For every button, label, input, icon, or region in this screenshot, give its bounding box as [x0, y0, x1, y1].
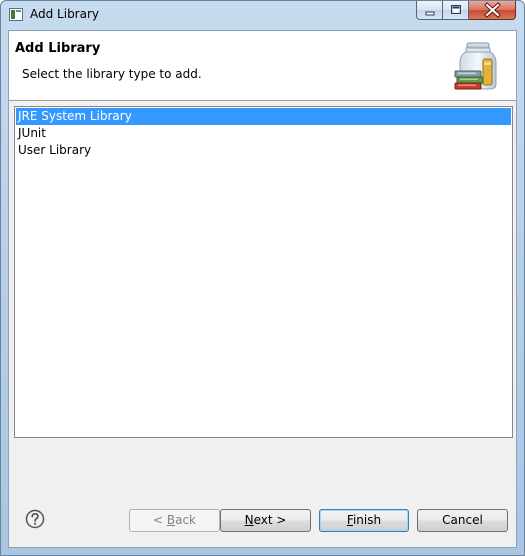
dialog-client-area: Add Library Select the library type to a… [8, 30, 517, 548]
page-description: Select the library type to add. [22, 67, 202, 81]
wizard-header: Add Library Select the library type to a… [9, 31, 516, 101]
next-button[interactable]: Next > [220, 509, 311, 532]
close-button[interactable] [469, 1, 516, 20]
cancel-button[interactable]: Cancel [417, 509, 508, 532]
finish-button[interactable]: Finish [319, 509, 409, 532]
close-icon [484, 2, 501, 18]
minimize-button[interactable] [416, 1, 443, 20]
minimize-icon [425, 11, 435, 16]
eclipse-window-icon [9, 8, 23, 21]
next-mnemonic: N [244, 513, 254, 527]
list-item-jre-system-library[interactable]: JRE System Library [16, 108, 511, 125]
button-bar: < Back Next > Finish Cancel [9, 439, 516, 547]
back-mnemonic: B [166, 513, 176, 527]
back-rest: ack [175, 513, 196, 527]
help-icon[interactable] [25, 509, 45, 529]
library-jar-icon [454, 42, 497, 90]
library-type-list[interactable]: JRE System Library JUnit User Library [14, 106, 513, 438]
maximize-button[interactable] [443, 1, 469, 20]
page-title: Add Library [15, 41, 101, 56]
maximize-icon [451, 5, 461, 14]
back-prefix: < [152, 513, 167, 527]
list-item-user-library[interactable]: User Library [16, 142, 511, 159]
list-item-junit[interactable]: JUnit [16, 125, 511, 142]
next-rest: ext > [253, 513, 287, 527]
back-button[interactable]: < Back [129, 509, 220, 532]
title-bar[interactable]: Add Library [1, 1, 524, 29]
finish-rest: inish [352, 513, 382, 527]
add-library-window: Add Library Add Library Select the libra… [0, 0, 525, 556]
window-title: Add Library [30, 7, 100, 21]
